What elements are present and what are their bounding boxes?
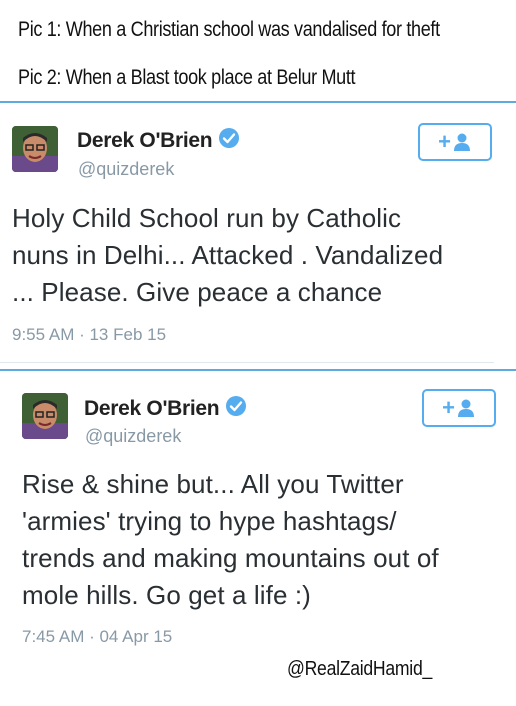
add-user-icon xyxy=(453,133,470,151)
author-name-text[interactable]: Derek O'Brien xyxy=(77,129,213,152)
tweet-text-line: mole hills. Go get a life :) xyxy=(22,580,311,610)
author-handle[interactable]: @quizderek xyxy=(85,426,181,447)
caption-pic2: Pic 2: When a Blast took place at Belur … xyxy=(18,66,356,89)
author-handle[interactable]: @quizderek xyxy=(78,159,174,180)
tweet-text-line: 'armies' trying to hype hashtags/ xyxy=(22,506,397,536)
avatar[interactable] xyxy=(22,393,68,439)
author-name-text[interactable]: Derek O'Brien xyxy=(84,397,220,420)
tweet-text-line: Holy Child School run by Catholic xyxy=(12,203,402,233)
tweet-text-line: nuns in Delhi... Attacked . Vandalized xyxy=(12,240,444,270)
tweet-card: Derek O'Brien @quizderek + Rise & shine … xyxy=(0,371,516,671)
author-name[interactable]: Derek O'Brien xyxy=(77,127,240,155)
tweet-text: Holy Child School run by Catholic nuns i… xyxy=(12,200,443,311)
tweet-timestamp[interactable]: 9:55 AM · 13 Feb 15 xyxy=(12,325,166,345)
tweet-timestamp[interactable]: 7:45 AM · 04 Apr 15 xyxy=(22,627,172,647)
follow-button[interactable]: + xyxy=(418,123,492,161)
plus-icon: + xyxy=(438,129,451,154)
tweet-separator xyxy=(0,362,494,363)
tweet-text-line: trends and making mountains out of xyxy=(22,543,439,573)
verified-badge-icon xyxy=(218,127,240,155)
add-user-icon xyxy=(457,399,474,417)
avatar[interactable] xyxy=(12,126,58,172)
tweet-text-line: Rise & shine but... All you Twitter xyxy=(22,469,404,499)
tweet-text: Rise & shine but... All you Twitter 'arm… xyxy=(22,466,439,614)
watermark: @RealZaidHamid_ xyxy=(287,658,432,680)
caption-pic1: Pic 1: When a Christian school was vanda… xyxy=(18,18,440,41)
plus-icon: + xyxy=(442,395,455,420)
tweet-text-line: ... Please. Give peace a chance xyxy=(12,277,383,307)
follow-button[interactable]: + xyxy=(422,389,496,427)
verified-badge-icon xyxy=(225,395,247,423)
author-name[interactable]: Derek O'Brien xyxy=(84,395,247,423)
tweet-card: Derek O'Brien @quizderek + Holy Child Sc… xyxy=(0,103,516,367)
